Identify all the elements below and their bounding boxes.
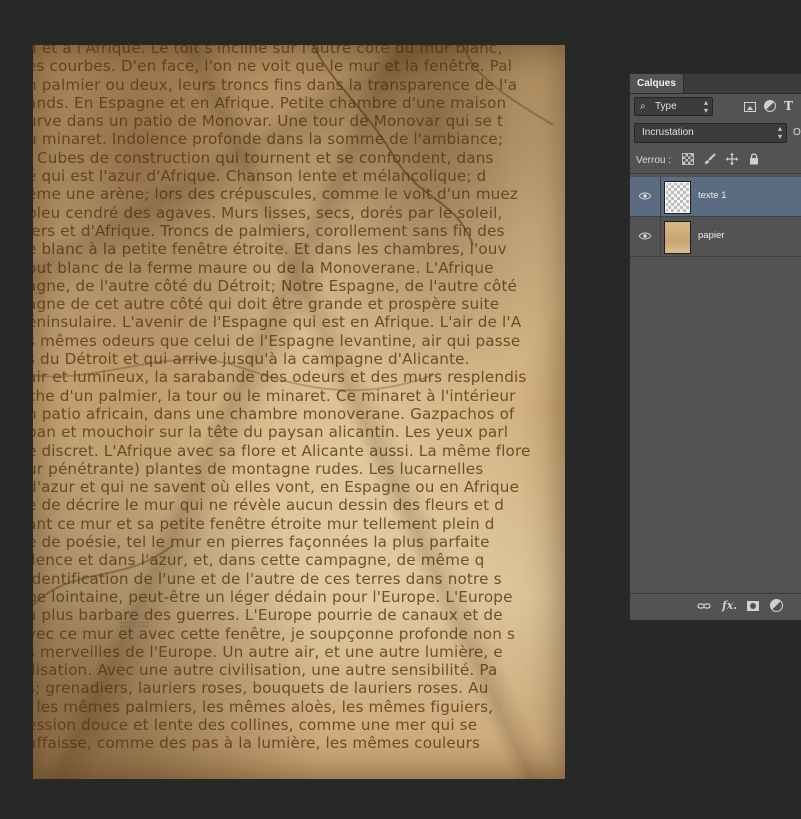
lock-transparency-icon[interactable] [682,153,694,165]
blend-mode-value: Incrustation [642,127,694,138]
canvas-text-line: s mêmes odeurs que celui de l'Espagne le… [33,331,521,350]
canvas-text-line: ands. En Espagne et en Afrique. Petite c… [33,93,507,112]
canvas-text-line: n patio africain, dans une chambre monov… [33,404,515,423]
type-filter-icon[interactable]: T [784,100,796,112]
adjustment-filter-icon[interactable] [764,100,776,112]
canvas-text-line: s merveilles de l'Europe. Un autre air, … [33,642,503,661]
canvas-text-line: ilence et dans l'azur, et, dans cette ca… [33,551,485,570]
eye-icon[interactable] [639,192,651,200]
footer-icons: fx. [697,599,783,612]
layer-style-fx-icon[interactable]: fx. [722,599,737,612]
canvas-text-layer: u et à l'Afrique. Le toit s'incline sur … [33,45,565,753]
canvas-text-line: pe lointaine, peut-être un léger dédain … [33,587,513,606]
canvas-text-line: vec ce mur et avec cette fenêtre, je sou… [33,624,516,643]
canvas-text-line: che d'un palmier, la tour ou le minaret.… [33,386,516,405]
canvas-text-line: e de décrire le mur qui ne révèle aucun … [33,496,504,515]
canvas-text-line: d'azur et qui ne savent où elles vont, e… [33,478,520,497]
canvas-text-line: Identification de l'une et de l'autre de… [33,569,502,588]
canvas-text-line: urve dans un patio de Monovar. Une tour … [33,112,504,131]
canvas-text-line: ant ce mur et sa petite fenêtre étroite … [33,514,495,533]
layers-list: texte 1 papier [630,177,801,257]
canvas-text-line: iers et d'Afrique. Troncs de palmiers, c… [33,221,505,240]
canvas-text-line: é qui est l'azur d'Afrique. Chanson lent… [33,167,487,186]
lock-all-icon[interactable] [748,153,760,165]
link-layers-icon[interactable] [697,600,711,612]
filter-kind-select[interactable]: ⌕ Type ▴ ▾ [634,97,713,116]
blend-mode-select[interactable]: Incrustation ▴ ▾ [634,123,787,143]
canvas-text-line: ilisation. Avec une autre civilisation, … [33,661,498,680]
panel-resize-grip[interactable] [120,622,148,627]
canvas-text-line: ban et mouchoir sur la tête du paysan al… [33,423,509,442]
canvas-text-line: bleu cendré des agaves. Murs lisses, sec… [33,203,503,222]
canvas-text-line: u et à l'Afrique. Le toit s'incline sur … [33,45,503,57]
layer-row-texte-1[interactable]: texte 1 [630,177,801,217]
visibility-cell[interactable] [630,217,661,256]
search-icon: ⌕ [640,101,646,112]
canvas-text-line: s du Détroit et qui arrive jusqu'à la ca… [33,350,470,369]
opacity-label: Op [793,127,801,138]
layer-thumbnail-paper[interactable] [664,221,691,254]
canvas-text-line: air et lumineux, la sarabande des odeurs… [33,368,527,387]
blend-row: Incrustation ▴▾ Op [630,121,801,145]
panel-tab-bar: Calques [630,74,801,94]
layer-thumbnail-transparent[interactable] [664,181,691,214]
canvas-text-line: . Cubes de construction qui tournent et … [33,148,494,167]
document-canvas[interactable]: u et à l'Afrique. Le toit s'incline sur … [33,45,565,779]
stepper-arrows-icon: ▴ ▾ [777,124,782,141]
tab-calques[interactable]: Calques [630,74,684,93]
visibility-cell[interactable] [630,177,661,216]
layers-panel-footer: fx. [630,593,801,620]
layer-name[interactable]: papier [698,230,724,241]
canvas-text-line: i les mêmes palmiers, les mêmes aloès, l… [33,697,494,716]
canvas-text-line: agne, de l'autre côté du Détroit; Notre … [33,276,518,295]
canvas-text-line: a plus barbare des guerres. L'Europe pou… [33,606,503,625]
canvas-text-line: ur pénétrante) plantes de montagne rudes… [33,459,484,478]
canvas-text-line: ession douce et lente des collines, comm… [33,715,478,734]
canvas-text-line: éninsulaire. L'avenir de l'Espagne qui e… [33,313,522,332]
layer-row-papier[interactable]: papier [630,217,801,257]
canvas-text-line: u minaret. Indolence profonde dans la so… [33,130,504,149]
layer-filter-row: ⌕ Type ▴ ▾ T [630,95,801,119]
lock-pixels-brush-icon[interactable] [704,153,716,165]
layers-panel: Calques ⌕ Type ▴▾ T Incrustation ▴▾ Op V… [629,73,801,620]
filter-icons: T [744,98,796,114]
workspace: u et à l'Afrique. Le toit s'incline sur … [0,0,801,819]
canvas-text-line: n palmier ou deux, leurs troncs fins dan… [33,75,518,94]
stepper-arrows-icon: ▴ ▾ [703,98,708,115]
lock-label: Verrou : [636,155,672,166]
new-adjustment-layer-icon[interactable] [770,599,783,612]
eye-icon[interactable] [639,232,651,240]
canvas-text-line: agne de cet autre côté qui doit être gra… [33,295,500,314]
layer-name[interactable]: texte 1 [698,190,727,201]
canvas-text-line: e de poésie, tel le mur en pierres façon… [33,533,490,552]
canvas-text-line: s; grenadiers, lauriers roses, bouquets … [33,679,489,698]
filter-kind-value: Type [655,101,677,112]
canvas-text-line: affaisse, comme des pas à la lumière, le… [33,734,481,753]
lock-row: Verrou : [630,149,801,174]
lock-icons [682,153,760,165]
canvas-text-line: e blanc à la petite fenêtre étroite. Et … [33,240,507,259]
canvas-text-line: es courbes. D'en face, l'on ne voit que … [33,57,513,76]
add-mask-icon[interactable] [747,601,759,611]
canvas-text-line: out blanc de la ferme maure ou de la Mon… [33,258,494,277]
canvas-text-line: ême une arène; lors des crépuscules, com… [33,185,519,204]
image-filter-icon[interactable] [744,101,756,112]
lock-position-move-icon[interactable] [726,153,738,165]
canvas-text-line: e discret. L'Afrique avec sa flore et Al… [33,441,531,460]
